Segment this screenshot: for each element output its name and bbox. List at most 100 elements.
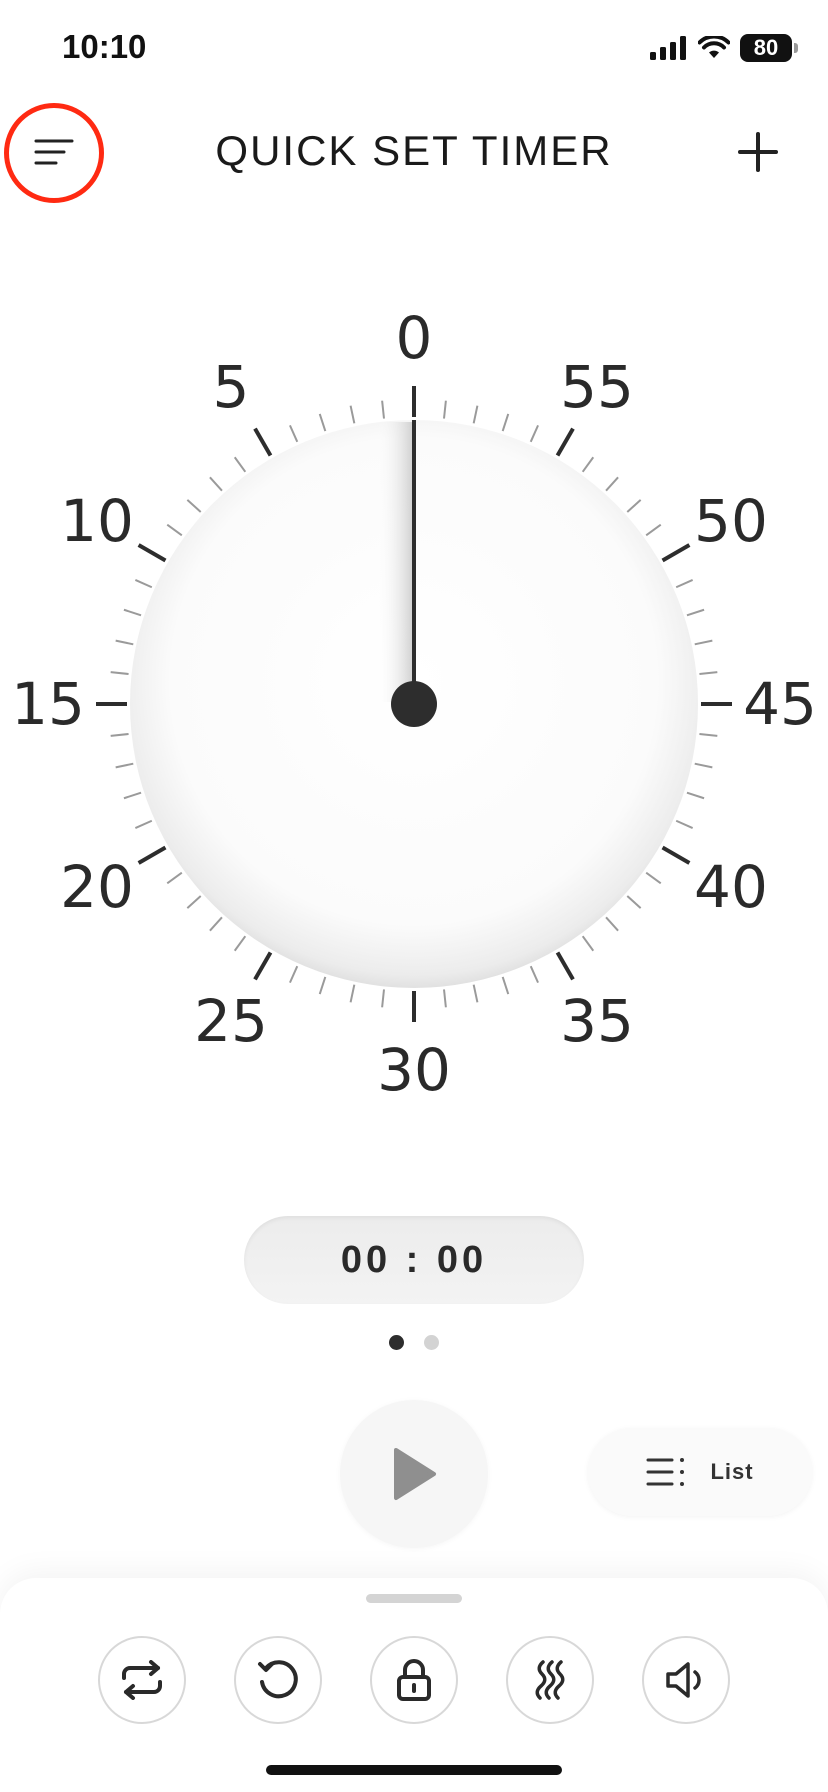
play-button[interactable] xyxy=(340,1400,488,1548)
dial-minor-tick xyxy=(694,639,713,646)
dial-label-50: 50 xyxy=(694,487,768,555)
status-bar: 10:10 80 xyxy=(0,0,828,100)
dial-minor-tick xyxy=(529,424,539,443)
dial-label-5: 5 xyxy=(213,353,250,421)
dial-minor-tick xyxy=(123,608,142,617)
dial-major-tick xyxy=(661,845,691,865)
sound-button[interactable] xyxy=(642,1636,730,1724)
home-indicator[interactable] xyxy=(266,1765,562,1775)
repeat-button[interactable] xyxy=(98,1636,186,1724)
list-label: List xyxy=(710,1459,754,1484)
dial-minor-tick xyxy=(675,819,694,829)
time-value: 00 : 00 xyxy=(340,1238,488,1281)
status-icons: 80 xyxy=(650,34,798,62)
dial-minor-tick xyxy=(645,871,662,885)
dial-label-35: 35 xyxy=(560,987,634,1055)
dial-label-0: 0 xyxy=(396,304,433,372)
dial-minor-tick xyxy=(501,976,510,995)
dial-minor-tick xyxy=(349,405,356,424)
lock-button[interactable] xyxy=(370,1636,458,1724)
battery-level: 80 xyxy=(753,35,779,60)
dial-minor-tick xyxy=(166,523,183,537)
dial-major-tick xyxy=(253,427,273,457)
add-timer-button[interactable] xyxy=(724,118,792,186)
dial-minor-tick xyxy=(626,895,642,909)
dial-minor-tick xyxy=(645,523,662,537)
dial-minor-tick xyxy=(581,456,595,473)
dial-label-10: 10 xyxy=(60,487,134,555)
dial-minor-tick xyxy=(699,733,718,737)
hand-shadow xyxy=(377,422,414,702)
list-button[interactable]: List xyxy=(588,1428,812,1516)
sheet-handle[interactable] xyxy=(366,1594,462,1603)
header: QUICK SET TIMER xyxy=(0,100,828,210)
dial-minor-tick xyxy=(686,791,705,800)
bottom-sheet xyxy=(0,1578,828,1792)
vibrate-icon xyxy=(535,1660,565,1700)
dial-label-20: 20 xyxy=(60,853,134,921)
dial-minor-tick xyxy=(443,989,447,1008)
repeat-icon xyxy=(122,1660,162,1700)
dial-minor-tick xyxy=(529,965,539,984)
dial-major-tick xyxy=(137,543,167,563)
dial-minor-tick xyxy=(289,965,299,984)
dial-label-45: 45 xyxy=(743,670,817,738)
reset-button[interactable] xyxy=(234,1636,322,1724)
dial-minor-tick xyxy=(686,608,705,617)
battery-icon: 80 xyxy=(740,34,798,62)
dial-minor-tick xyxy=(134,579,153,589)
volume-icon xyxy=(666,1662,701,1698)
page-title: QUICK SET TIMER xyxy=(215,127,613,174)
dial-major-tick xyxy=(555,427,575,457)
dial-minor-tick xyxy=(443,400,447,419)
vibrate-button[interactable] xyxy=(506,1636,594,1724)
page-indicator xyxy=(0,1335,828,1350)
dial-minor-tick xyxy=(289,424,299,443)
dial-minor-tick xyxy=(233,935,247,952)
dial-minor-tick xyxy=(186,499,202,513)
dial-label-55: 55 xyxy=(560,353,634,421)
dial-major-tick xyxy=(137,845,167,865)
dial-minor-tick xyxy=(209,916,223,932)
dial-major-tick xyxy=(661,543,691,563)
dial-center-knob[interactable] xyxy=(391,681,437,727)
dial-minor-tick xyxy=(233,456,247,473)
lock-icon xyxy=(397,1659,431,1701)
dial-minor-tick xyxy=(605,476,619,492)
dial-minor-tick xyxy=(605,916,619,932)
dial-minor-tick xyxy=(472,984,479,1003)
wifi-icon xyxy=(698,36,730,58)
dial-minor-tick xyxy=(349,984,356,1003)
dial-minor-tick xyxy=(699,671,718,675)
page-dot-1[interactable] xyxy=(389,1335,404,1350)
tool-row xyxy=(98,1636,730,1724)
dial-minor-tick xyxy=(501,413,510,432)
dial-minor-tick xyxy=(209,476,223,492)
dial-label-15: 15 xyxy=(11,670,85,738)
dial-minor-tick xyxy=(626,499,642,513)
dial-minor-tick xyxy=(134,819,153,829)
dial-minor-tick xyxy=(675,579,694,589)
plus-icon xyxy=(738,132,778,172)
status-time: 10:10 xyxy=(62,28,147,65)
dial-label-40: 40 xyxy=(694,853,768,921)
dial-minor-tick xyxy=(123,791,142,800)
timer-dial[interactable]: 0 5 10 15 20 25 30 35 40 45 50 55 xyxy=(0,300,828,1120)
cellular-signal-icon xyxy=(650,36,686,60)
dial-minor-tick xyxy=(115,639,134,646)
dial-minor-tick xyxy=(472,405,479,424)
dial-minor-tick xyxy=(186,895,202,909)
dial-major-tick xyxy=(555,951,575,981)
dial-minor-tick xyxy=(581,935,595,952)
dial-label-25: 25 xyxy=(194,987,268,1055)
dial-minor-tick xyxy=(110,733,129,737)
dial-minor-tick xyxy=(381,989,385,1008)
dial-minor-tick xyxy=(110,671,129,675)
dial-label-30: 30 xyxy=(377,1036,451,1104)
dial-minor-tick xyxy=(318,413,327,432)
page-dot-2[interactable] xyxy=(424,1335,439,1350)
dial-minor-tick xyxy=(318,976,327,995)
dial-minor-tick xyxy=(166,871,183,885)
time-display[interactable]: 00 : 00 xyxy=(244,1216,584,1304)
dial-major-tick xyxy=(253,951,273,981)
